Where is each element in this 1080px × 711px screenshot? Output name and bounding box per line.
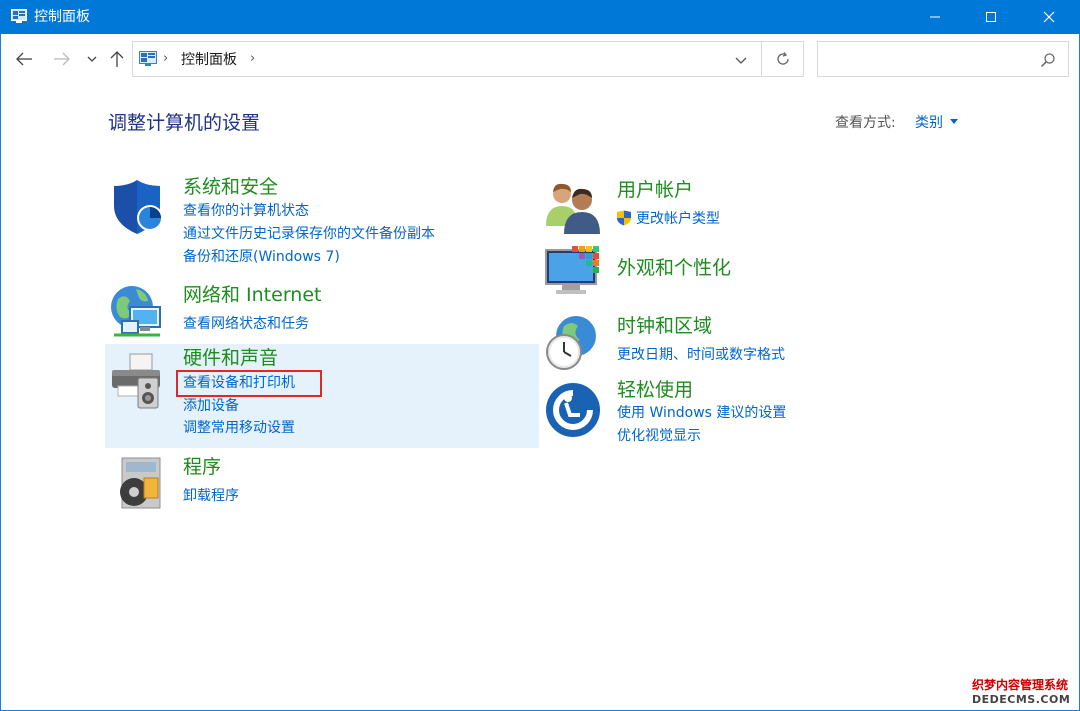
close-icon: [1043, 11, 1055, 23]
link-recommended-settings[interactable]: 使用 Windows 建议的设置: [617, 403, 786, 423]
link-view-computer-status[interactable]: 查看你的计算机状态: [183, 201, 309, 221]
clock-globe-icon[interactable]: [544, 314, 602, 372]
view-by-label: 查看方式:: [835, 115, 896, 131]
control-panel-icon: [11, 9, 27, 23]
title-bar: 控制面板: [0, 0, 1080, 34]
category-title-network[interactable]: 网络和 Internet: [183, 283, 321, 307]
minimize-icon: [930, 16, 940, 18]
link-uninstall-program[interactable]: 卸载程序: [183, 486, 239, 506]
watermark-text: 织梦内容管理系统: [972, 678, 1069, 692]
uac-shield-icon: [617, 210, 631, 226]
minimize-button[interactable]: [912, 0, 958, 34]
link-file-history-backup[interactable]: 通过文件历史记录保存你的文件备份副本: [183, 224, 435, 244]
caret-down-icon[interactable]: [950, 119, 958, 124]
programs-disc-icon[interactable]: [112, 454, 170, 512]
maximize-icon: [986, 12, 996, 22]
chevron-down-icon: [87, 56, 97, 62]
link-optimize-visual-display[interactable]: 优化视觉显示: [617, 426, 701, 446]
arrow-left-icon: [16, 52, 32, 66]
users-icon[interactable]: [544, 180, 602, 238]
address-bar[interactable]: › 控制面板 ›: [132, 41, 762, 77]
control-panel-icon: [139, 51, 157, 66]
shield-icon[interactable]: [108, 178, 166, 236]
breadcrumb-control-panel[interactable]: 控制面板: [181, 51, 237, 69]
link-backup-restore[interactable]: 备份和还原(Windows 7): [183, 247, 340, 267]
category-title-clock-region[interactable]: 时钟和区域: [617, 314, 712, 338]
up-button[interactable]: [105, 46, 129, 72]
category-title-system-security[interactable]: 系统和安全: [183, 175, 278, 199]
arrow-right-icon: [54, 52, 70, 66]
chevron-down-icon[interactable]: [733, 52, 749, 68]
refresh-icon: [776, 52, 789, 65]
forward-button[interactable]: [50, 46, 74, 72]
ease-of-access-icon[interactable]: [544, 381, 602, 439]
printer-speaker-icon[interactable]: [108, 352, 166, 410]
network-globe-icon[interactable]: [108, 281, 166, 339]
refresh-button[interactable]: [762, 41, 804, 77]
search-box[interactable]: [817, 41, 1069, 77]
category-title-appearance[interactable]: 外观和个性化: [617, 256, 731, 280]
link-change-account-type[interactable]: 更改帐户类型: [636, 209, 720, 229]
watermark-url: DEDECMS.COM: [972, 693, 1071, 706]
chevron-right-icon: ›: [163, 51, 169, 66]
category-title-ease-of-access[interactable]: 轻松使用: [617, 378, 693, 402]
page-title: 调整计算机的设置: [108, 112, 261, 134]
link-add-device[interactable]: 添加设备: [183, 396, 239, 416]
category-title-programs[interactable]: 程序: [183, 455, 221, 479]
maximize-button[interactable]: [968, 0, 1014, 34]
chevron-right-icon[interactable]: ›: [250, 51, 255, 66]
back-button[interactable]: [12, 46, 36, 72]
link-mobility-settings[interactable]: 调整常用移动设置: [183, 418, 295, 438]
monitor-palette-icon[interactable]: [544, 244, 602, 302]
view-by-dropdown[interactable]: 类别: [915, 113, 943, 133]
search-icon[interactable]: [1040, 52, 1056, 68]
link-view-network-status[interactable]: 查看网络状态和任务: [183, 314, 309, 334]
window-title: 控制面板: [34, 9, 90, 25]
category-title-hardware-sound[interactable]: 硬件和声音: [183, 346, 278, 370]
recent-locations-button[interactable]: [81, 46, 103, 72]
arrow-up-icon: [110, 51, 124, 67]
hardware-category-hover: [105, 344, 539, 448]
highlight-annotation-box: [176, 370, 322, 397]
close-button[interactable]: [1026, 0, 1072, 34]
link-change-date-time-format[interactable]: 更改日期、时间或数字格式: [617, 345, 785, 365]
category-title-user-accounts[interactable]: 用户帐户: [617, 178, 693, 202]
window-border-left: [0, 34, 1, 711]
